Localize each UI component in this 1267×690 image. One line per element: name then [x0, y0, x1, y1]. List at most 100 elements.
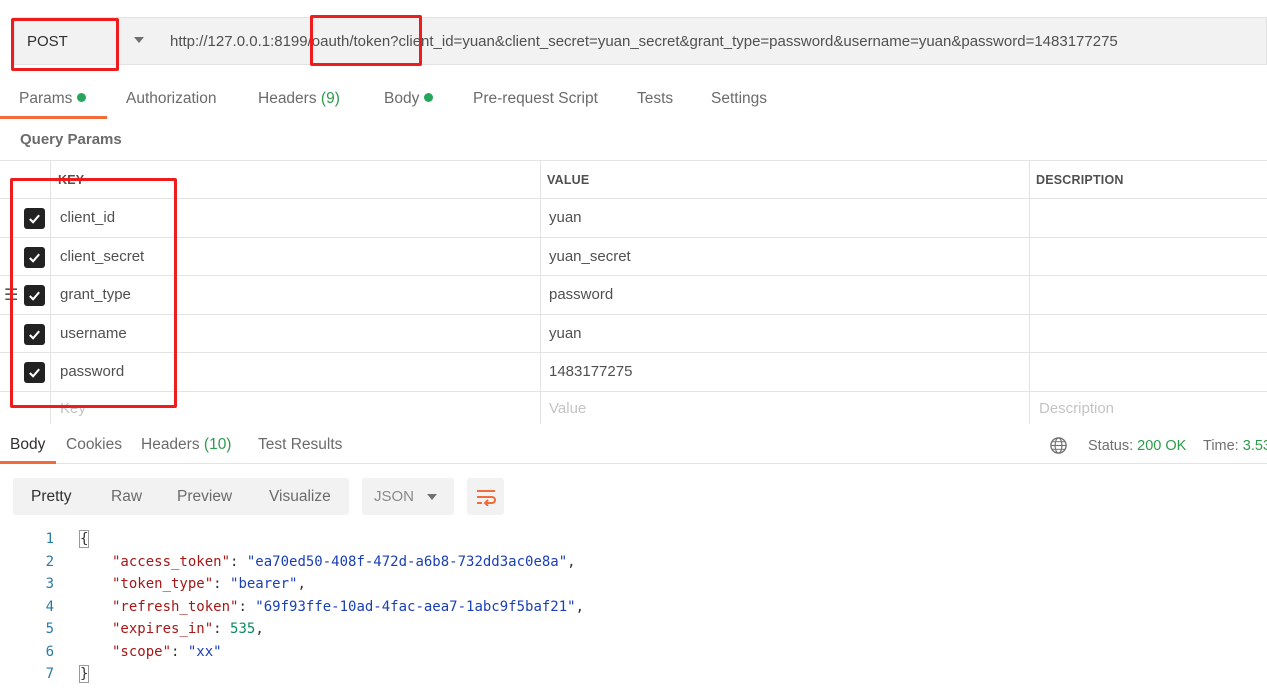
tab-label: Tests: [637, 90, 674, 107]
raw-button[interactable]: Raw: [111, 488, 142, 506]
param-key[interactable]: password: [60, 353, 124, 391]
code-line: 4 "refresh_token": "69f93ffe-10ad-4fac-a…: [0, 595, 1267, 618]
check-icon: [29, 330, 40, 340]
active-dot-icon: [424, 93, 434, 102]
check-icon: [29, 368, 40, 378]
time-indicator[interactable]: Time: 3.53: [1203, 438, 1267, 454]
json-key: "refresh_token": [112, 598, 239, 615]
time-label: Time:: [1203, 438, 1239, 454]
param-checkbox[interactable]: [24, 285, 45, 306]
line-number: 7: [45, 666, 54, 682]
code-line: 2 "access_token": "ea70ed50-408f-472d-a6…: [0, 550, 1267, 573]
tab-response-headers[interactable]: Headers (10): [141, 436, 231, 454]
param-value[interactable]: yuan_secret: [549, 238, 631, 276]
wrap-lines-icon: [476, 489, 496, 506]
active-tab-indicator: [0, 461, 56, 464]
request-tabs: Params Authorization Headers (9) Body Pr…: [0, 86, 1267, 120]
check-icon: [29, 214, 40, 224]
visualize-button[interactable]: Visualize: [269, 488, 331, 506]
param-value[interactable]: yuan: [549, 315, 582, 353]
format-select[interactable]: JSON: [362, 478, 454, 515]
tab-label: Headers: [141, 436, 200, 453]
pretty-button[interactable]: Pretty: [31, 488, 71, 506]
tab-label: Pre-request Script: [473, 90, 598, 107]
tab-test-results[interactable]: Test Results: [258, 436, 342, 454]
json-value: "69f93ffe-10ad-4fac-aea7-1abc9f5baf21": [255, 598, 576, 615]
line-number: 5: [45, 621, 54, 637]
code-line: 3 "token_type": "bearer",: [0, 572, 1267, 595]
json-value: "bearer": [230, 576, 298, 592]
json-value: "xx": [187, 643, 222, 660]
preview-button[interactable]: Preview: [177, 488, 232, 506]
open-brace: {: [78, 530, 90, 548]
method-label: POST: [27, 33, 68, 50]
param-value[interactable]: 1483177275: [549, 353, 632, 391]
header-key: KEY: [58, 172, 85, 187]
code-text: "token_type": "bearer",: [112, 576, 306, 592]
drag-handle-icon[interactable]: ☰: [4, 285, 18, 305]
status-label: Status:: [1088, 438, 1134, 454]
json-key: "scope": [112, 643, 172, 660]
header-description: DESCRIPTION: [1036, 172, 1124, 187]
tab-headers[interactable]: Headers (9): [258, 90, 340, 108]
tab-authorization[interactable]: Authorization: [126, 90, 216, 108]
query-params-title: Query Params: [20, 131, 122, 148]
tab-response-body[interactable]: Body: [10, 436, 45, 454]
tab-count: (10): [203, 436, 232, 453]
table-row: ☰ grant_type password: [0, 276, 1267, 315]
new-value-input[interactable]: Value: [549, 392, 586, 425]
format-label: JSON: [374, 488, 415, 505]
param-key[interactable]: client_id: [60, 199, 115, 237]
line-number: 1: [45, 531, 54, 547]
tab-params[interactable]: Params: [19, 90, 87, 108]
response-tabs: Body Cookies Headers (10) Test Results S…: [0, 432, 1267, 464]
tab-label: Body: [384, 90, 420, 107]
json-value: "ea70ed50-408f-472d-a6b8-732dd3ac0e8a": [246, 553, 568, 570]
param-key[interactable]: username: [60, 315, 127, 353]
view-mode-group: Pretty Raw Preview Visualize: [13, 478, 349, 515]
json-value: 535: [230, 621, 256, 637]
code-line: 1 {: [0, 527, 1267, 550]
header-value: VALUE: [547, 172, 590, 187]
table-row: client_id yuan: [0, 199, 1267, 238]
code-text: "refresh_token": "69f93ffe-10ad-4fac-aea…: [112, 598, 585, 615]
url-input[interactable]: http://127.0.0.1:8199/oauth/token?client…: [157, 17, 1267, 65]
param-checkbox[interactable]: [24, 323, 45, 345]
json-key: "token_type": [112, 576, 214, 592]
table-row: username yuan: [0, 315, 1267, 353]
new-description-input[interactable]: Description: [1039, 392, 1114, 425]
new-key-input[interactable]: Key: [60, 392, 86, 425]
json-key: "access_token": [112, 553, 231, 570]
globe-icon[interactable]: [1049, 436, 1068, 455]
chevron-down-icon: [427, 494, 437, 500]
param-checkbox[interactable]: [24, 246, 45, 268]
json-key: "expires_in": [112, 621, 214, 637]
table-row: client_secret yuan_secret: [0, 238, 1267, 276]
param-checkbox[interactable]: [24, 208, 45, 229]
code-text: "scope": "xx": [112, 643, 222, 660]
method-select[interactable]: POST: [14, 17, 158, 65]
line-number: 3: [45, 576, 54, 592]
param-value[interactable]: yuan: [549, 199, 582, 237]
active-tab-indicator: [0, 116, 107, 119]
tab-pre-request-script[interactable]: Pre-request Script: [473, 90, 598, 108]
param-key[interactable]: client_secret: [60, 238, 144, 276]
status-indicator: Status: 200 OK: [1088, 438, 1186, 454]
tab-cookies[interactable]: Cookies: [66, 436, 122, 454]
wrap-lines-button[interactable]: [467, 478, 504, 515]
tab-body[interactable]: Body: [384, 90, 434, 108]
code-line: 7 }: [0, 662, 1267, 685]
code-text: "access_token": "ea70ed50-408f-472d-a6b8…: [112, 553, 576, 570]
active-dot-icon: [77, 93, 87, 102]
status-value: 200 OK: [1137, 438, 1187, 454]
url-text: http://127.0.0.1:8199/oauth/token?client…: [170, 33, 1118, 50]
tab-tests[interactable]: Tests: [637, 90, 673, 108]
line-number: 4: [45, 598, 54, 615]
param-key[interactable]: grant_type: [60, 276, 131, 314]
close-brace: }: [78, 665, 90, 683]
param-value[interactable]: password: [549, 276, 613, 314]
tab-settings[interactable]: Settings: [711, 90, 767, 108]
time-value: 3.53: [1242, 438, 1267, 454]
param-checkbox[interactable]: [24, 362, 45, 383]
check-icon: [29, 291, 40, 301]
